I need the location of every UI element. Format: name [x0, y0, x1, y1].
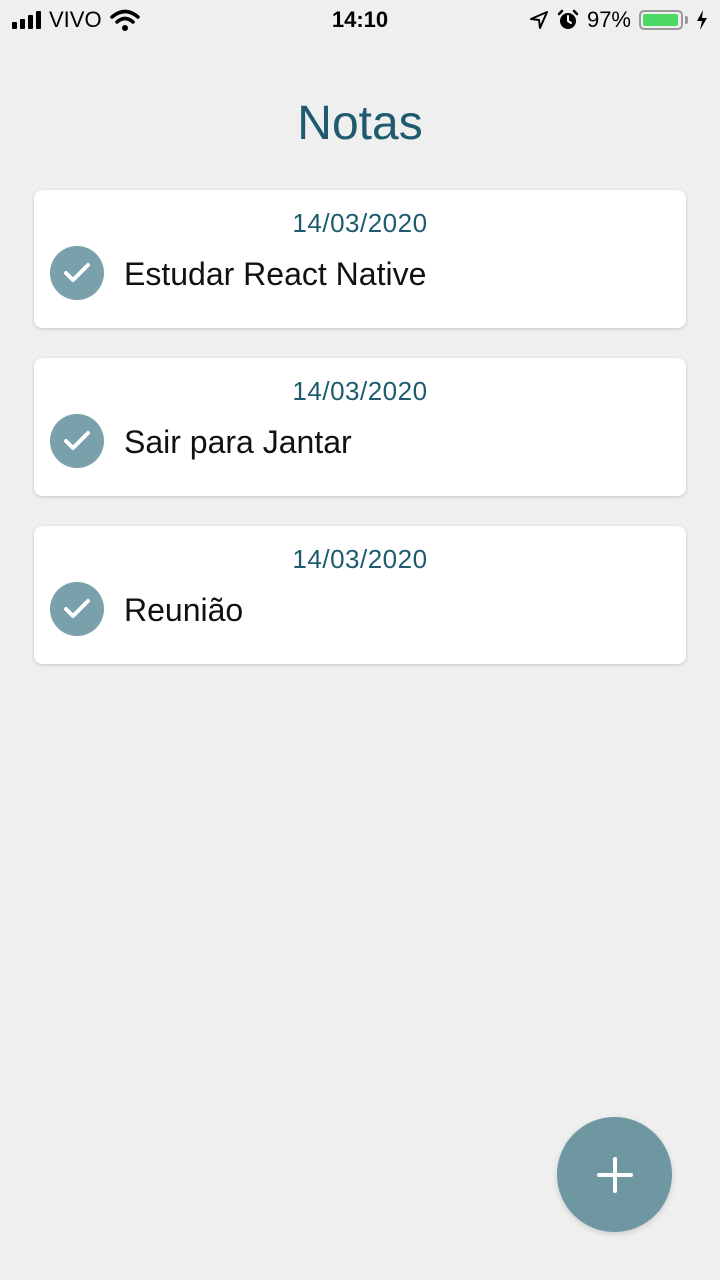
note-date: 14/03/2020 [292, 208, 428, 238]
status-bar: VIVO 14:10 97% [0, 0, 720, 40]
battery-percent: 97% [586, 7, 631, 32]
note-card[interactable]: 14/03/2020 Estudar React Native [34, 190, 686, 328]
note-date: 14/03/2020 [292, 376, 428, 406]
signal-icon [12, 11, 41, 29]
note-card[interactable]: 14/03/2020 Sair para Jantar [34, 358, 686, 496]
note-text: Sair para Jantar [124, 424, 352, 460]
notes-list: 14/03/2020 Estudar React Native 14/03/20… [34, 190, 686, 694]
add-note-button[interactable] [557, 1117, 672, 1232]
location-arrow-icon [529, 11, 548, 29]
alarm-icon [557, 9, 579, 29]
page-title: Notas [297, 97, 423, 150]
note-date: 14/03/2020 [292, 544, 428, 574]
charging-bolt-icon [697, 10, 707, 30]
wifi-icon [109, 9, 140, 31]
battery-icon [639, 10, 688, 30]
check-icon[interactable] [50, 582, 104, 636]
note-card[interactable]: 14/03/2020 Reunião [34, 526, 686, 664]
carrier-name: VIVO [49, 7, 102, 32]
status-bar-left: VIVO [12, 7, 140, 33]
plus-icon [596, 1156, 633, 1193]
note-text: Reunião [124, 592, 244, 628]
check-icon[interactable] [50, 246, 104, 300]
check-icon[interactable] [50, 414, 104, 468]
note-text: Estudar React Native [124, 256, 427, 292]
status-bar-right: 97% [529, 7, 708, 33]
battery-fill [643, 14, 678, 26]
